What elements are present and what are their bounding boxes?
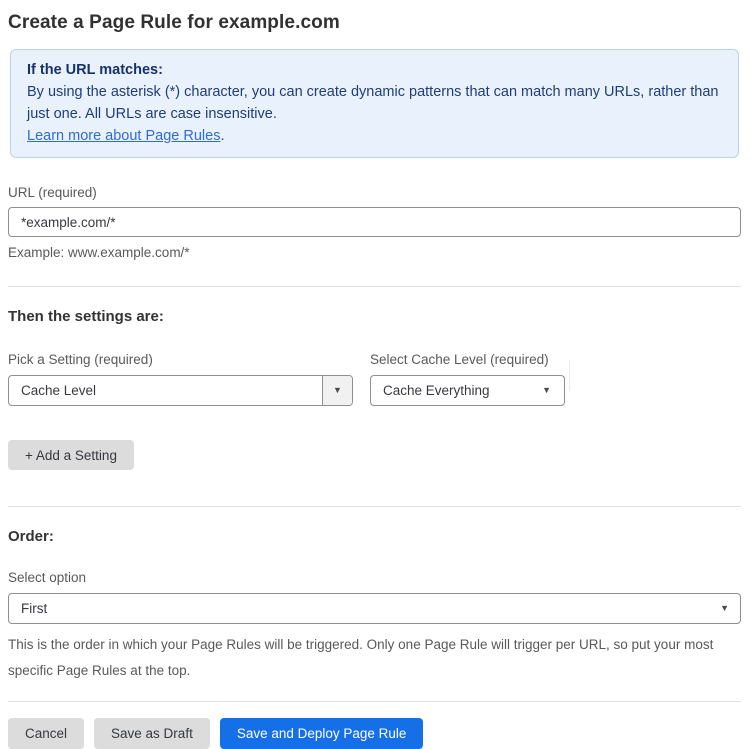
setting-row: Pick a Setting (required) Cache Level ▼ … — [8, 352, 741, 406]
chevron-down-icon: ▼ — [333, 385, 342, 395]
url-match-info-box: If the URL matches: By using the asteris… — [10, 49, 739, 158]
info-link-line: Learn more about Page Rules. — [27, 125, 722, 147]
create-page-rule-form: Create a Page Rule for example.com If th… — [0, 0, 750, 749]
setting-row-divider — [569, 360, 570, 391]
url-field-label: URL (required) — [8, 185, 97, 200]
chevron-down-icon: ▼ — [542, 385, 551, 395]
setting-picker-select[interactable]: Cache Level ▼ — [8, 375, 353, 406]
cache-level-picker-label: Select Cache Level (required) — [370, 352, 549, 367]
cache-level-select[interactable]: Cache Everything ▼ — [370, 375, 565, 406]
save-and-deploy-button[interactable]: Save and Deploy Page Rule — [219, 718, 424, 749]
cancel-button[interactable]: Cancel — [8, 718, 85, 749]
order-select[interactable]: First ▼ — [8, 593, 741, 624]
order-section-heading: Order: — [8, 528, 54, 545]
save-as-draft-button[interactable]: Save as Draft — [94, 718, 210, 749]
url-field-helper: Example: www.example.com/* — [8, 245, 190, 260]
order-helper-text: This is the order in which your Page Rul… — [8, 637, 714, 678]
info-box-heading: If the URL matches: — [27, 62, 163, 78]
chevron-down-icon: ▼ — [720, 603, 729, 613]
section-divider — [8, 506, 741, 507]
footer-divider — [8, 701, 741, 702]
setting-picker-label: Pick a Setting (required) — [8, 352, 153, 367]
add-setting-button[interactable]: + Add a Setting — [8, 440, 134, 470]
settings-section-heading: Then the settings are: — [8, 308, 164, 325]
url-field-group: URL (required) Example: www.example.com/… — [8, 185, 741, 263]
link-suffix: . — [220, 128, 225, 144]
setting-picker-group: Pick a Setting (required) Cache Level ▼ — [8, 352, 353, 406]
page-title: Create a Page Rule for example.com — [8, 12, 340, 33]
setting-picker-value: Cache Level — [21, 383, 97, 398]
caret-cell: ▼ — [322, 376, 352, 405]
order-select-label: Select option — [8, 570, 87, 585]
section-divider — [8, 286, 741, 287]
footer-actions: Cancel Save as Draft Save and Deploy Pag… — [8, 718, 741, 749]
cache-level-value: Cache Everything — [383, 383, 490, 398]
cache-level-picker-group: Select Cache Level (required) Cache Ever… — [370, 352, 565, 406]
url-input[interactable] — [8, 207, 741, 237]
info-box-body: By using the asterisk (*) character, you… — [27, 84, 719, 122]
order-select-value: First — [21, 601, 48, 616]
learn-more-link[interactable]: Learn more about Page Rules — [27, 128, 220, 144]
